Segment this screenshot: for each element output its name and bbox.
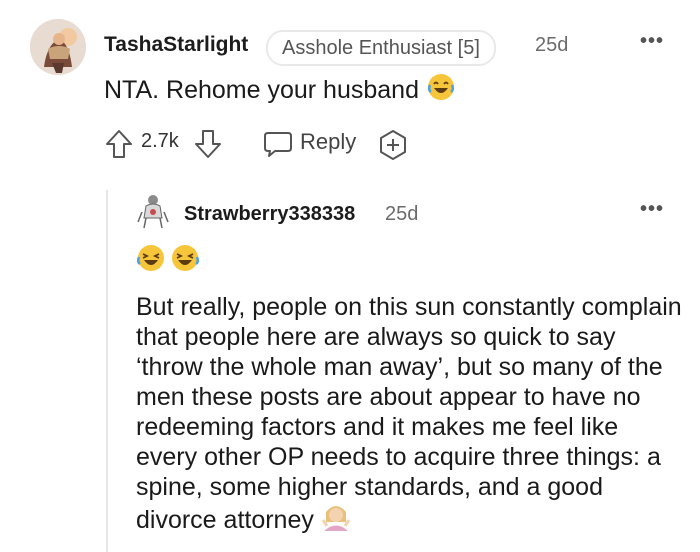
laughing-emoji-icon — [426, 72, 456, 109]
avatar[interactable] — [30, 19, 86, 75]
reply-button[interactable]: Reply — [300, 129, 356, 155]
laughing-emoji-icon — [170, 243, 200, 278]
more-options-button[interactable]: ••• — [640, 198, 664, 221]
woman-shrugging-emoji-icon — [321, 502, 351, 539]
comment-body: But really, people on this sun constantl… — [136, 292, 684, 539]
emoji-row — [136, 243, 200, 278]
upvote-icon[interactable] — [104, 128, 134, 165]
laughing-emoji-icon — [136, 243, 166, 278]
award-plus-icon[interactable] — [376, 128, 410, 167]
avatar-image — [137, 195, 169, 229]
avatar-image — [30, 19, 86, 75]
more-options-button[interactable]: ••• — [640, 30, 664, 53]
username[interactable]: TashaStarlight — [104, 33, 248, 57]
timestamp: 25d — [535, 34, 569, 56]
downvote-icon[interactable] — [193, 128, 223, 165]
comment-text: NTA. Rehome your husband — [104, 76, 419, 104]
comment-body: NTA. Rehome your husband — [104, 72, 456, 109]
comment-text: But really, people on this sun constantl… — [136, 293, 682, 534]
reply-bubble-icon[interactable] — [262, 128, 294, 165]
timestamp: 25d — [385, 203, 419, 225]
vote-score: 2.7k — [141, 130, 179, 152]
thread-line[interactable] — [106, 190, 108, 552]
username[interactable]: Strawberry338338 — [184, 203, 355, 226]
user-flair: Asshole Enthusiast [5] — [266, 30, 496, 66]
avatar[interactable] — [136, 192, 170, 230]
